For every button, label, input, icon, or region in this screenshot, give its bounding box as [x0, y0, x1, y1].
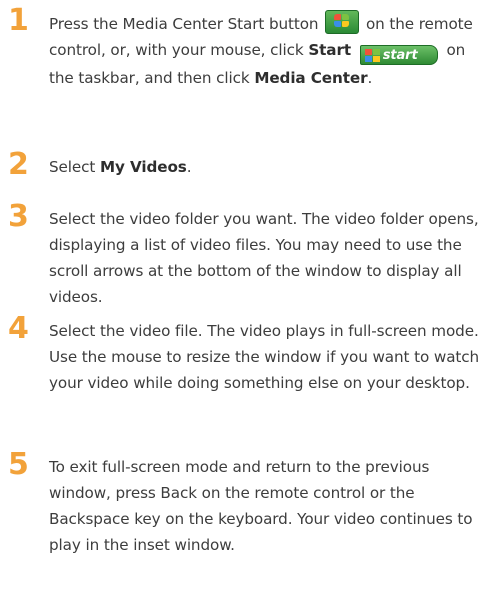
step-number: 2 [8, 147, 29, 182]
step-text-part: Select [49, 158, 96, 176]
step-number: 1 [8, 3, 29, 38]
step-number: 4 [8, 311, 29, 346]
start-bold: Start [308, 41, 352, 59]
step-number: 5 [8, 447, 29, 482]
step-text: Select the video folder you want. The vi… [49, 210, 479, 306]
step-text: To exit full-screen mode and return to t… [49, 458, 473, 554]
step-number: 3 [8, 199, 29, 234]
step-text: Select the video file. The video plays i… [49, 322, 480, 392]
step-text-part: . [367, 69, 373, 87]
step-text-part: . [186, 158, 192, 176]
instruction-page: 1 Press the Media Center Start button on… [0, 0, 499, 612]
start-button-label: start [382, 48, 418, 63]
step-text-part: Press the Media Center Start button [49, 15, 319, 33]
media-center-bold: Media Center [254, 69, 368, 87]
step-text: Select My Videos. [49, 154, 494, 180]
my-videos-bold: My Videos [100, 158, 187, 176]
windows-logo-icon [325, 10, 360, 34]
start-button-icon: start [359, 45, 438, 65]
step-text: Press the Media Center Start button on t… [49, 10, 494, 91]
